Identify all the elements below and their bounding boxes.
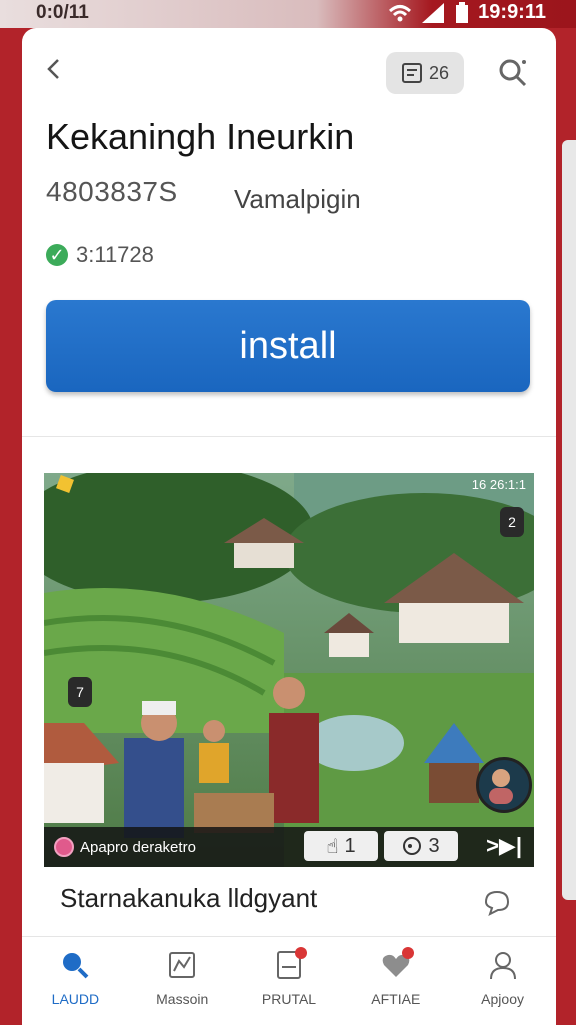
back-button[interactable] [44, 56, 74, 86]
media-footer-bar: Apapro deraketro ☝ 1 3 >▶| [44, 827, 534, 867]
creator-avatar[interactable] [476, 757, 532, 813]
app-code: 4803837S [46, 176, 178, 207]
document-icon [273, 947, 307, 981]
status-bar: 0:0/11 19:9:11 [0, 0, 576, 28]
search-icon [63, 953, 89, 979]
channel-avatar [54, 837, 74, 857]
like-pill[interactable]: ☝ 1 [304, 831, 378, 861]
developer-name[interactable]: Vamalpigin [234, 184, 361, 215]
app-title: Kekaningh Ineurkin [46, 116, 355, 157]
chart-icon [169, 952, 196, 978]
skip-forward-icon[interactable]: >▶| [486, 833, 522, 859]
verified-icon: ✓ [46, 244, 68, 266]
media-preview[interactable]: 16 26:1:1 7 2 Apapro deraketro ☝ 1 3 >▶| [44, 473, 534, 867]
nav-item-apjooy[interactable]: Apjooy [449, 937, 556, 1025]
nav-label: PRUTAL [261, 991, 317, 1007]
notification-dot [294, 947, 307, 959]
wifi-icon [389, 4, 412, 21]
nav-item-massoin[interactable]: Massoin [129, 937, 236, 1025]
status-time-left: 0:0/11 [36, 2, 89, 23]
rating-value: 3:11728 [76, 242, 154, 267]
rating-row: ✓ 3:11728 [46, 242, 154, 268]
notification-dot [401, 947, 414, 959]
status-icons: 19:9:11 [388, 1, 546, 24]
signal-icon [422, 2, 445, 23]
badge-count: 26 [428, 62, 450, 83]
heart-icon [380, 947, 414, 981]
comment-icon [484, 890, 510, 916]
document-icon [401, 63, 422, 83]
scroll-edge [562, 140, 576, 900]
media-status-text: 16 26:1:1 [471, 477, 526, 492]
nav-label: LAUDD [51, 991, 100, 1007]
like-count: 1 [344, 834, 356, 857]
comment-button[interactable] [482, 888, 512, 916]
search-button[interactable] [496, 56, 530, 90]
right-overlay-chip[interactable]: 2 [500, 507, 524, 537]
divider [22, 436, 556, 437]
chevron-left-icon [47, 59, 59, 79]
status-clock: 19:9:11 [478, 1, 546, 23]
search-icon [499, 59, 527, 87]
downloads-badge[interactable]: 26 [386, 52, 464, 94]
nav-label: AFTIAE [371, 991, 421, 1007]
person-icon [489, 769, 513, 804]
nav-label: Apjooy [481, 991, 524, 1007]
channel-name: Apapro deraketro [80, 838, 196, 856]
preview-image [44, 473, 534, 867]
views-pill[interactable]: 3 [384, 831, 458, 861]
nav-item-laudd[interactable]: LAUDD [22, 937, 129, 1025]
media-caption: Starnakanuka lldgyant [60, 883, 318, 913]
clock-icon [403, 837, 422, 855]
view-count: 3 [428, 834, 440, 857]
nav-label: Massoin [156, 991, 209, 1007]
app-detail-card: 26 Kekaningh Ineurkin 4803837S Vamalpigi… [22, 28, 556, 1025]
channel-info[interactable]: Apapro deraketro [54, 837, 196, 857]
left-overlay-chip[interactable]: 7 [68, 677, 92, 707]
install-button[interactable]: install [46, 300, 530, 392]
person-icon [489, 952, 516, 980]
nav-item-prutal[interactable]: PRUTAL [236, 937, 343, 1025]
thumbs-up-icon: ☝ [326, 835, 339, 858]
nav-item-aftiae[interactable]: AFTIAE [342, 937, 449, 1025]
battery-icon [456, 1, 469, 23]
bottom-nav: LAUDD Massoin PRUTAL AFTIAE Apjooy [22, 936, 556, 1025]
